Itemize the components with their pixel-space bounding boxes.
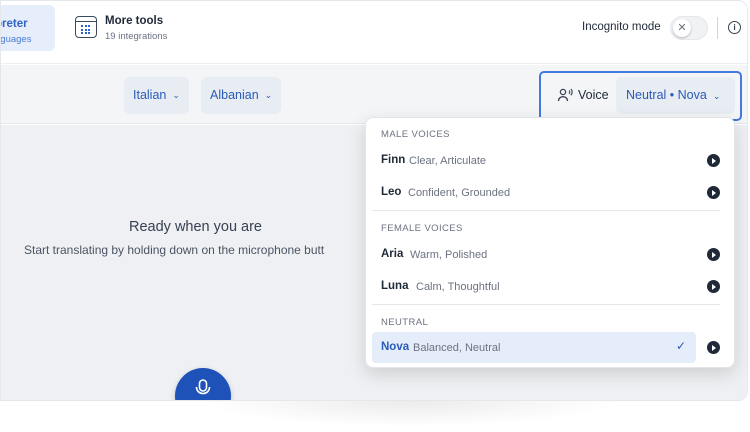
play-icon[interactable] bbox=[707, 154, 720, 167]
voice-option-luna[interactable]: Luna Calm, Thoughtful bbox=[372, 271, 696, 302]
section-divider bbox=[372, 210, 720, 211]
language-bar: Italian ⌄ Albanian ⌄ Voice Neutral • Nova ⌄ bbox=[1, 65, 747, 124]
voice-option-desc: Calm, Thoughtful bbox=[416, 281, 500, 293]
voice-option-finn[interactable]: Finn Clear, Articulate bbox=[372, 145, 696, 176]
ready-hint: Start translating by holding down on the… bbox=[24, 243, 325, 257]
microphone-icon bbox=[195, 379, 211, 395]
voice-selected-value: Neutral • Nova bbox=[626, 88, 707, 102]
chevron-down-icon: ⌄ bbox=[712, 91, 721, 101]
voice-option-desc: Confident, Grounded bbox=[408, 187, 511, 199]
voice-option-name: Leo bbox=[381, 186, 402, 198]
tab-more-tools[interactable]: More tools 19 integrations bbox=[75, 15, 185, 43]
voice-option-nova[interactable]: Nova Balanced, Neutral ✓ bbox=[372, 332, 696, 363]
tab-interpreter[interactable]: preter nguages bbox=[0, 5, 55, 51]
more-tools-title: More tools bbox=[105, 15, 164, 27]
more-tools-subtitle: 19 integrations bbox=[105, 31, 168, 42]
voice-option-leo[interactable]: Leo Confident, Grounded bbox=[372, 177, 696, 208]
incognito-label: Incognito mode bbox=[582, 21, 661, 33]
person-voice-icon bbox=[557, 88, 573, 102]
chevron-down-icon: ⌄ bbox=[172, 90, 180, 100]
play-icon[interactable] bbox=[707, 341, 720, 354]
divider bbox=[717, 17, 718, 39]
info-icon[interactable]: i bbox=[728, 21, 741, 34]
voice-option-desc: Balanced, Neutral bbox=[413, 342, 501, 354]
close-icon: ✕ bbox=[673, 19, 691, 37]
section-label-female: FEMALE VOICES bbox=[381, 223, 463, 234]
play-icon[interactable] bbox=[707, 248, 720, 261]
tab-interpreter-title: preter bbox=[1, 18, 28, 30]
section-label-male: MALE VOICES bbox=[381, 129, 450, 140]
play-icon[interactable] bbox=[707, 280, 720, 293]
microphone-button[interactable] bbox=[175, 368, 231, 400]
voice-label: Voice bbox=[578, 88, 609, 102]
chevron-down-icon: ⌄ bbox=[264, 90, 273, 100]
check-icon: ✓ bbox=[675, 339, 686, 353]
ready-title: Ready when you are bbox=[129, 219, 262, 235]
voice-option-name: Luna bbox=[381, 280, 409, 292]
tools-grid-icon bbox=[75, 16, 97, 38]
section-label-neutral: NEUTRAL bbox=[381, 317, 429, 328]
voice-option-desc: Warm, Polished bbox=[410, 249, 488, 261]
play-icon[interactable] bbox=[707, 186, 720, 199]
source-language-select[interactable]: Italian ⌄ bbox=[124, 77, 189, 114]
card-shadow bbox=[200, 401, 620, 427]
target-language-select[interactable]: Albanian ⌄ bbox=[201, 77, 282, 114]
voice-option-name: Aria bbox=[381, 248, 404, 260]
voice-option-name: Finn bbox=[381, 154, 406, 166]
tab-interpreter-subtitle: nguages bbox=[0, 34, 32, 45]
voice-option-desc: Clear, Articulate bbox=[409, 155, 487, 167]
voice-option-aria[interactable]: Aria Warm, Polished bbox=[372, 239, 696, 270]
target-language-label: Albanian bbox=[210, 88, 259, 102]
incognito-toggle[interactable]: ✕ bbox=[670, 16, 708, 40]
top-bar: preter nguages More tools 19 integration… bbox=[0, 1, 747, 64]
source-language-label: Italian bbox=[133, 88, 167, 102]
voice-select[interactable]: Neutral • Nova ⌄ bbox=[616, 77, 735, 114]
voice-selector: Voice Neutral • Nova ⌄ bbox=[539, 71, 742, 121]
voice-option-name: Nova bbox=[381, 341, 410, 353]
voice-dropdown-menu: MALE VOICES Finn Clear, Articulate Leo C… bbox=[365, 117, 735, 368]
section-divider bbox=[372, 304, 720, 305]
